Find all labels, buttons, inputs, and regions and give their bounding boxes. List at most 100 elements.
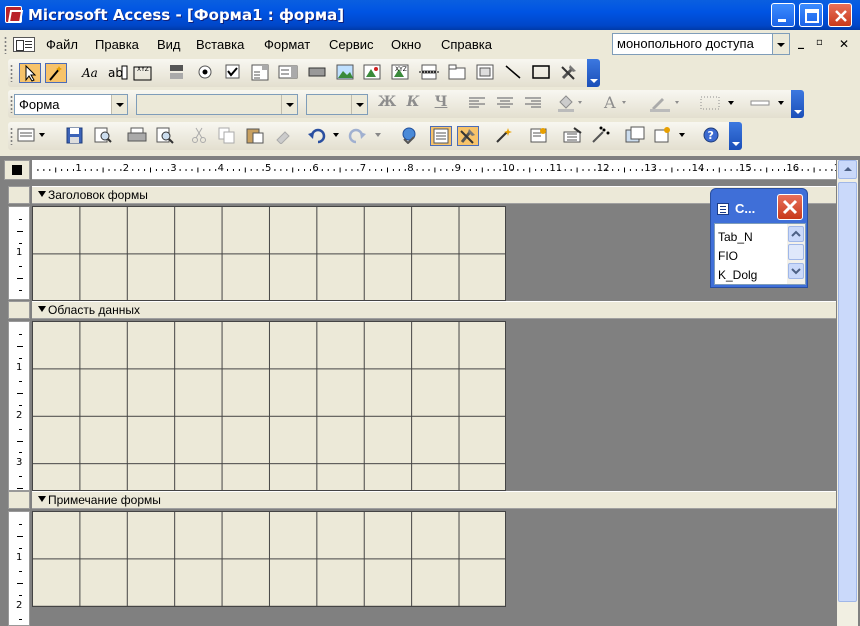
toolbar-grip[interactable] xyxy=(4,36,7,54)
form-footer-bar[interactable]: Примечание формы xyxy=(32,491,836,509)
header-section-selector[interactable] xyxy=(8,186,30,204)
menu-file[interactable]: Файл xyxy=(46,37,78,52)
bound-object-icon[interactable]: XYZ xyxy=(389,63,411,83)
underline-button[interactable]: Ч xyxy=(430,94,452,114)
font-color-button[interactable]: A xyxy=(600,93,630,114)
menu-edit[interactable]: Правка xyxy=(95,37,139,52)
print-preview-icon[interactable] xyxy=(154,126,176,146)
rectangle-icon[interactable] xyxy=(530,63,552,83)
field-item[interactable]: K_Dolg xyxy=(718,268,757,282)
chevron-down-icon[interactable] xyxy=(351,95,367,114)
align-center-icon[interactable] xyxy=(494,94,516,114)
page-break-icon[interactable] xyxy=(418,63,440,83)
save-icon[interactable] xyxy=(64,126,86,146)
search-icon[interactable] xyxy=(92,126,114,146)
font-size-combo[interactable] xyxy=(306,94,368,115)
print-icon[interactable] xyxy=(126,126,148,146)
menu-help[interactable]: Справка xyxy=(441,37,492,52)
form-selector[interactable] xyxy=(4,160,30,180)
detail-vertical-ruler[interactable]: 1 2 3 xyxy=(8,321,30,491)
unbound-object-icon[interactable] xyxy=(361,63,383,83)
footer-section-selector[interactable] xyxy=(8,491,30,509)
minimize-button[interactable] xyxy=(771,3,795,27)
close-icon[interactable] xyxy=(777,194,803,220)
tab-control-icon[interactable] xyxy=(446,63,468,83)
toolbar-options-icon[interactable] xyxy=(729,122,742,150)
toolbar-options-icon[interactable] xyxy=(791,90,804,118)
horizontal-ruler[interactable]: 123456789101112131415161 xyxy=(32,160,836,180)
doc-minimize-icon[interactable]: _ xyxy=(798,35,804,49)
line-color-icon[interactable] xyxy=(648,94,684,114)
maximize-button[interactable] xyxy=(799,3,823,27)
field-list-icon[interactable] xyxy=(430,126,452,146)
scroll-up-button[interactable] xyxy=(788,226,804,242)
format-painter-icon[interactable] xyxy=(272,126,294,146)
autoformat-icon[interactable] xyxy=(494,126,516,146)
combobox-icon[interactable] xyxy=(249,63,271,83)
scroll-up-button[interactable] xyxy=(838,160,857,179)
toolbox-icon[interactable] xyxy=(457,126,479,146)
more-controls-icon[interactable] xyxy=(558,63,580,83)
option-button-icon[interactable] xyxy=(194,63,216,83)
chevron-down-icon[interactable] xyxy=(281,95,297,114)
field-list-window[interactable]: С... Tab_N FIO K_Dolg xyxy=(710,188,808,288)
doc-restore-icon[interactable]: ▫ xyxy=(816,37,823,48)
bold-button[interactable]: Ж xyxy=(376,94,398,114)
subform-icon[interactable] xyxy=(474,63,496,83)
code-icon[interactable] xyxy=(528,126,550,146)
build-icon[interactable] xyxy=(590,126,612,146)
detail-section-selector[interactable] xyxy=(8,301,30,319)
undo-icon[interactable] xyxy=(306,126,344,146)
border-style-icon[interactable] xyxy=(698,94,740,114)
option-group-icon[interactable]: XYZ xyxy=(132,63,154,83)
form-window-icon[interactable] xyxy=(13,37,35,52)
copy-icon[interactable] xyxy=(216,126,238,146)
menu-insert[interactable]: Вставка xyxy=(196,37,244,52)
select-objects-icon[interactable] xyxy=(19,63,41,83)
scroll-thumb[interactable] xyxy=(788,244,804,260)
access-app-icon[interactable] xyxy=(5,6,22,23)
database-window-icon[interactable] xyxy=(624,126,646,146)
form-footer-grid[interactable] xyxy=(32,511,506,607)
line-icon[interactable] xyxy=(502,63,524,83)
detail-grid[interactable] xyxy=(32,321,506,491)
align-right-icon[interactable] xyxy=(522,94,544,114)
cut-icon[interactable] xyxy=(188,126,210,146)
menu-view[interactable]: Вид xyxy=(157,37,181,52)
field-item[interactable]: Tab_N xyxy=(718,230,753,244)
scroll-thumb[interactable] xyxy=(838,182,857,602)
close-button[interactable] xyxy=(828,3,852,27)
control-wizards-icon[interactable] xyxy=(45,63,67,83)
scroll-down-button[interactable] xyxy=(788,263,804,279)
redo-icon[interactable] xyxy=(348,126,386,146)
toggle-button-icon[interactable] xyxy=(166,63,188,83)
doc-close-icon[interactable]: ✕ xyxy=(839,37,849,51)
field-list-scrollbar[interactable] xyxy=(787,224,805,284)
font-name-combo[interactable] xyxy=(136,94,298,115)
listbox-icon[interactable] xyxy=(277,63,299,83)
form-header-grid[interactable] xyxy=(32,206,506,301)
ask-question-box[interactable]: монопольного доступа xyxy=(612,33,790,55)
menu-tools[interactable]: Сервис xyxy=(329,37,374,52)
label-icon[interactable]: Aa xyxy=(80,63,102,83)
align-left-icon[interactable] xyxy=(466,94,488,114)
vertical-scrollbar[interactable] xyxy=(837,160,858,626)
field-item[interactable]: FIO xyxy=(718,249,738,263)
checkbox-icon[interactable] xyxy=(222,63,244,83)
new-object-icon[interactable] xyxy=(652,126,690,146)
toolbar-grip[interactable] xyxy=(10,127,13,145)
properties-icon[interactable] xyxy=(562,126,584,146)
image-icon[interactable] xyxy=(334,63,356,83)
object-selector[interactable]: Форма xyxy=(14,94,128,115)
hyperlink-icon[interactable] xyxy=(398,126,420,146)
menu-window[interactable]: Окно xyxy=(391,37,421,52)
toolbar-grip[interactable] xyxy=(10,95,13,113)
header-vertical-ruler[interactable]: 1 xyxy=(8,206,30,300)
detail-bar[interactable]: Область данных xyxy=(32,301,836,319)
help-icon[interactable]: ? xyxy=(700,126,722,146)
chevron-down-icon[interactable] xyxy=(111,95,127,114)
fill-color-icon[interactable] xyxy=(556,94,582,114)
command-button-icon[interactable] xyxy=(306,63,328,83)
view-icon[interactable] xyxy=(16,126,48,146)
ask-question-dropdown[interactable] xyxy=(772,33,790,55)
